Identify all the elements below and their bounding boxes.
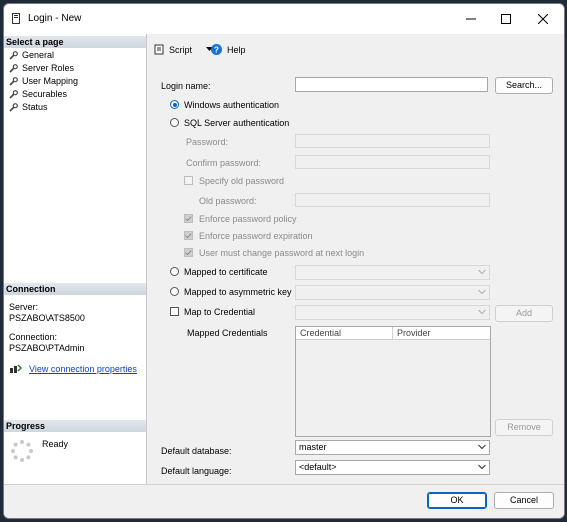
default-database-value: master	[299, 442, 327, 452]
mapped-certificate-label: Mapped to certificate	[184, 267, 268, 277]
chevron-down-icon	[478, 269, 486, 275]
default-database-label: Default database:	[161, 446, 232, 456]
map-to-credential-label: Map to Credential	[184, 307, 256, 317]
mapped-asymmetric-key-label: Mapped to asymmetric key	[184, 287, 292, 297]
default-language-value: <default>	[299, 462, 337, 472]
page-item-label: Status	[22, 102, 48, 112]
svg-text:?: ?	[214, 46, 219, 55]
connection-header: Connection	[4, 283, 146, 295]
connection-label: Connection:	[9, 332, 58, 342]
old-password-label: Old password:	[199, 196, 257, 206]
progress-header: Progress	[4, 420, 146, 432]
mapped-credentials-label: Mapped Credentials	[187, 328, 268, 338]
sql-auth-label: SQL Server authentication	[184, 118, 290, 128]
mapped-asymmetric-key-radio[interactable]	[170, 287, 179, 296]
page-item-status[interactable]: Status	[9, 101, 48, 113]
enforce-expiration-label: Enforce password expiration	[199, 231, 313, 241]
chevron-down-icon	[478, 289, 486, 295]
grid-header-credential: Credential	[296, 327, 393, 340]
page-item-securables[interactable]: Securables	[9, 88, 67, 100]
mapped-credentials-grid[interactable]: Credential Provider	[295, 326, 491, 437]
dialog-footer: OK Cancel	[4, 484, 564, 518]
page-item-server-roles[interactable]: Server Roles	[9, 62, 74, 74]
credential-select[interactable]	[295, 305, 490, 320]
chevron-down-icon	[478, 464, 486, 470]
default-language-select[interactable]: <default>	[295, 460, 490, 475]
confirm-password-label: Confirm password:	[186, 158, 262, 168]
progress-spinner-icon	[11, 440, 33, 462]
help-label: Help	[227, 44, 246, 55]
app-icon	[12, 13, 20, 24]
password-label: Password:	[186, 137, 229, 147]
minimize-button[interactable]	[456, 9, 486, 29]
enforce-policy-checkbox[interactable]	[184, 214, 193, 223]
connection-value: PSZABO\PTAdmin	[9, 343, 85, 353]
mapped-certificate-radio[interactable]	[170, 267, 179, 276]
grid-header-provider: Provider	[393, 327, 490, 340]
sql-auth-radio[interactable]	[170, 118, 179, 127]
script-label: Script	[169, 44, 193, 55]
chevron-down-icon	[478, 444, 486, 450]
must-change-checkbox[interactable]	[184, 248, 193, 257]
confirm-password-input[interactable]	[295, 155, 490, 169]
windows-auth-label: Windows authentication	[184, 100, 280, 110]
title-bar: Login - New	[4, 4, 564, 34]
maximize-icon	[501, 14, 511, 24]
search-button[interactable]: Search...	[495, 77, 553, 94]
remove-credential-button[interactable]: Remove	[495, 419, 553, 436]
asymmetric-key-select[interactable]	[295, 285, 490, 300]
progress-status: Ready	[42, 439, 69, 449]
password-input[interactable]	[295, 134, 490, 148]
specify-old-password-label: Specify old password	[199, 176, 285, 186]
page-item-label: General	[22, 50, 55, 60]
add-credential-button[interactable]: Add	[495, 305, 553, 322]
page-item-label: Server Roles	[22, 63, 75, 73]
server-value: PSZABO\ATS8500	[9, 313, 85, 323]
help-icon: ?	[211, 44, 222, 55]
cancel-button[interactable]: Cancel	[494, 492, 554, 509]
enforce-policy-label: Enforce password policy	[199, 214, 297, 224]
left-panel: Select a page General Server Roles User …	[4, 34, 147, 484]
server-label: Server:	[9, 302, 39, 312]
page-item-label: User Mapping	[22, 76, 79, 86]
wrench-icon	[9, 50, 18, 60]
script-button[interactable]: Script	[154, 44, 214, 55]
default-database-select[interactable]: master	[295, 440, 490, 455]
view-connection-properties-link[interactable]: View connection properties	[29, 364, 137, 375]
specify-old-password-checkbox[interactable]	[184, 176, 193, 185]
help-button[interactable]: ? Help	[211, 44, 246, 55]
wrench-icon	[9, 63, 18, 73]
wrench-icon	[9, 89, 18, 99]
page-item-general[interactable]: General	[9, 49, 54, 61]
general-page: Script ? Help Login name: Search... Wind…	[147, 34, 564, 484]
select-page-header: Select a page	[4, 36, 146, 48]
wrench-icon	[9, 102, 18, 112]
page-item-label: Securables	[22, 89, 68, 99]
maximize-button[interactable]	[491, 9, 521, 29]
minimize-icon	[466, 18, 476, 20]
windows-auth-radio[interactable]	[170, 100, 179, 109]
window-title: Login - New	[28, 13, 82, 24]
default-language-label: Default language:	[161, 466, 232, 476]
map-to-credential-checkbox[interactable]	[170, 307, 179, 316]
ok-button[interactable]: OK	[427, 492, 487, 509]
old-password-input[interactable]	[295, 193, 490, 207]
enforce-expiration-checkbox[interactable]	[184, 231, 193, 240]
close-icon	[538, 14, 548, 24]
must-change-label: User must change password at next login	[199, 248, 365, 258]
login-new-dialog: Login - New Select a page General Server…	[3, 3, 565, 519]
page-item-user-mapping[interactable]: User Mapping	[9, 75, 78, 87]
login-name-label: Login name:	[161, 81, 211, 91]
login-name-input[interactable]	[295, 77, 488, 92]
script-icon	[154, 44, 164, 55]
close-button[interactable]	[528, 9, 558, 29]
wrench-icon	[9, 76, 18, 86]
chevron-down-icon	[478, 309, 486, 315]
connection-properties-icon	[10, 364, 22, 373]
certificate-select[interactable]	[295, 265, 490, 280]
